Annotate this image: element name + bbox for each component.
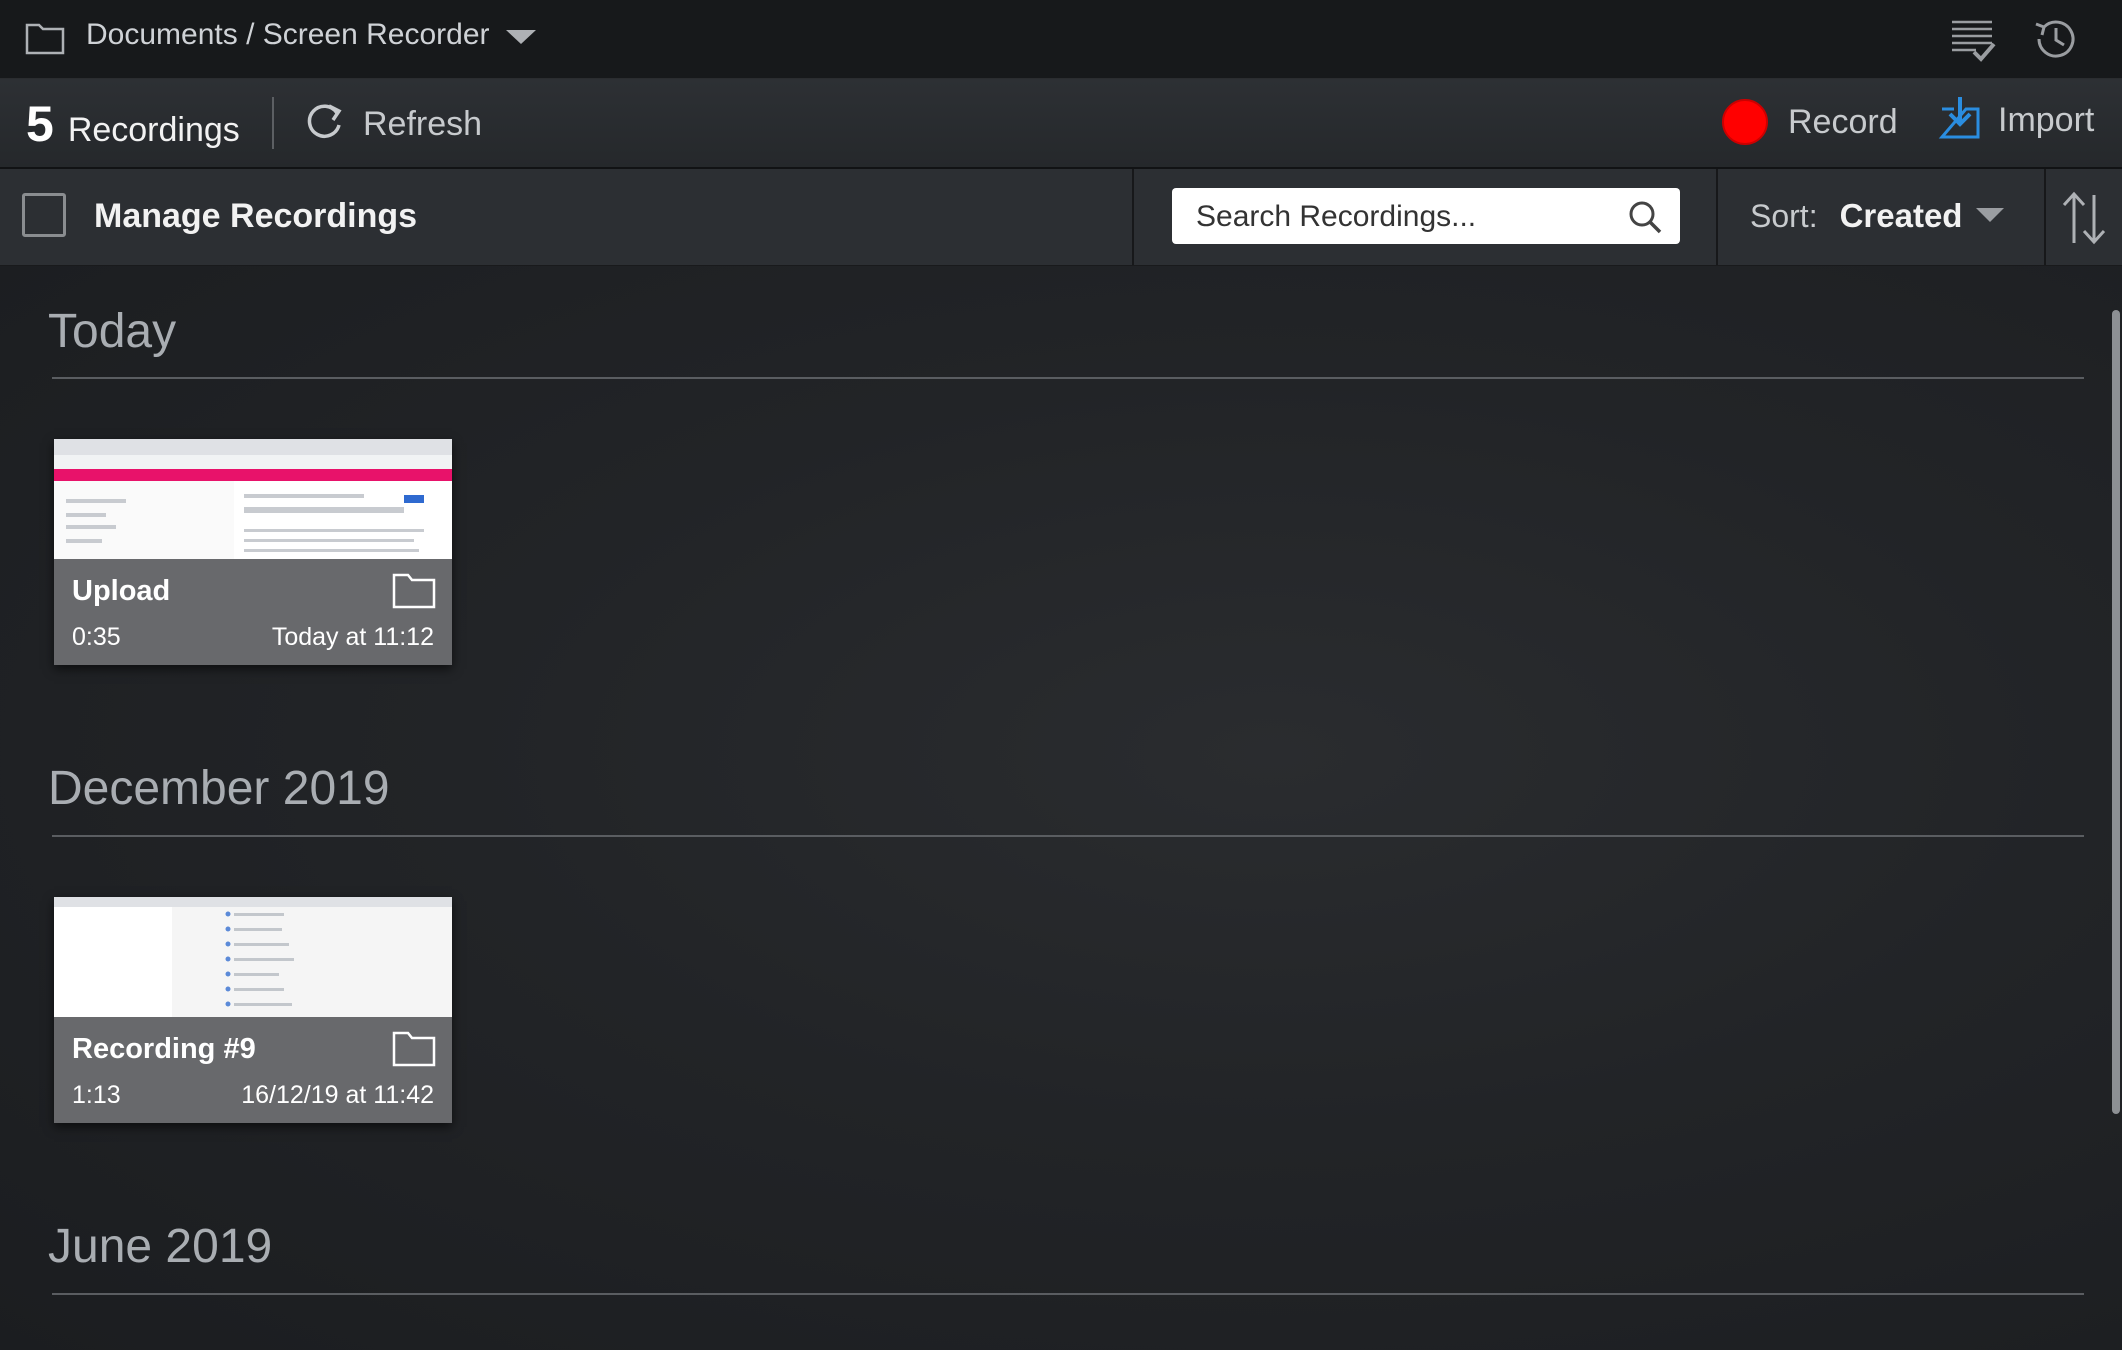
- section-title: June 2019: [48, 1220, 273, 1273]
- recordings-count-label: Recordings: [67, 111, 240, 149]
- recording-name: Recording #9: [72, 1033, 256, 1065]
- sort-direction-icon[interactable]: [2062, 191, 2108, 250]
- sort-label: Sort:: [1750, 197, 1818, 234]
- recordings-list: Today Upload 0:35 Today at 11:12 Decembe…: [0, 266, 2122, 1350]
- recording-date: 16/12/19 at 11:42: [241, 1081, 434, 1109]
- search-input[interactable]: [1194, 188, 1618, 246]
- section-divider: [52, 1293, 2084, 1295]
- manage-recordings-checkbox[interactable]: [22, 193, 66, 237]
- toolbar: 5 Recordings Refresh Record Import: [0, 79, 2122, 169]
- section-title: Today: [48, 305, 177, 358]
- chevron-down-icon: [505, 18, 536, 52]
- recording-name: Upload: [72, 575, 171, 607]
- import-label: Import: [1998, 101, 2095, 139]
- recordings-count: 5 Recordings: [26, 95, 240, 153]
- recording-date: Today at 11:12: [271, 623, 434, 651]
- toolbar-divider: [272, 97, 274, 149]
- recording-info: Recording #9 1:13 16/12/19 at 11:42: [54, 1017, 452, 1123]
- recording-duration: 0:35: [72, 623, 121, 651]
- import-icon: [1938, 95, 1982, 146]
- manage-recordings-label: Manage Recordings: [94, 197, 418, 235]
- filter-divider: [2044, 169, 2046, 265]
- recording-card[interactable]: Upload 0:35 Today at 11:12: [54, 439, 452, 665]
- refresh-icon: [303, 101, 345, 148]
- refresh-label: Refresh: [363, 105, 483, 143]
- filter-divider: [1132, 169, 1134, 265]
- search-box: [1172, 188, 1680, 246]
- sort-value: Created: [1839, 197, 1963, 234]
- search-icon[interactable]: [1628, 200, 1662, 239]
- tasks-icon[interactable]: [1950, 18, 1996, 69]
- refresh-button[interactable]: Refresh: [303, 101, 482, 148]
- record-button[interactable]: Record: [1722, 99, 1898, 145]
- recording-card[interactable]: Recording #9 1:13 16/12/19 at 11:42: [54, 897, 452, 1123]
- filter-divider: [1716, 169, 1718, 265]
- scrollbar[interactable]: [2112, 310, 2120, 1114]
- recordings-count-number: 5: [26, 96, 54, 152]
- title-bar: Documents / Screen Recorder: [0, 0, 2122, 79]
- sort-dropdown[interactable]: Sort: Created: [1750, 197, 2005, 235]
- location-dropdown[interactable]: Documents / Screen Recorder: [86, 18, 536, 52]
- chevron-down-icon: [1976, 206, 2005, 227]
- section-divider: [52, 835, 2084, 837]
- folder-icon[interactable]: [25, 19, 65, 60]
- section-divider: [52, 377, 2084, 379]
- filter-bar: Manage Recordings Sort: Created: [0, 169, 2122, 266]
- recording-info: Upload 0:35 Today at 11:12: [54, 559, 452, 665]
- location-path: Documents / Screen Recorder: [86, 18, 490, 51]
- import-button[interactable]: Import: [1938, 95, 2094, 146]
- record-label: Record: [1788, 102, 1898, 141]
- record-icon: [1722, 99, 1768, 145]
- section-title: December 2019: [48, 762, 390, 815]
- recording-duration: 1:13: [72, 1081, 121, 1109]
- folder-icon[interactable]: [392, 571, 436, 614]
- history-icon[interactable]: [2030, 14, 2080, 69]
- folder-icon[interactable]: [392, 1029, 436, 1072]
